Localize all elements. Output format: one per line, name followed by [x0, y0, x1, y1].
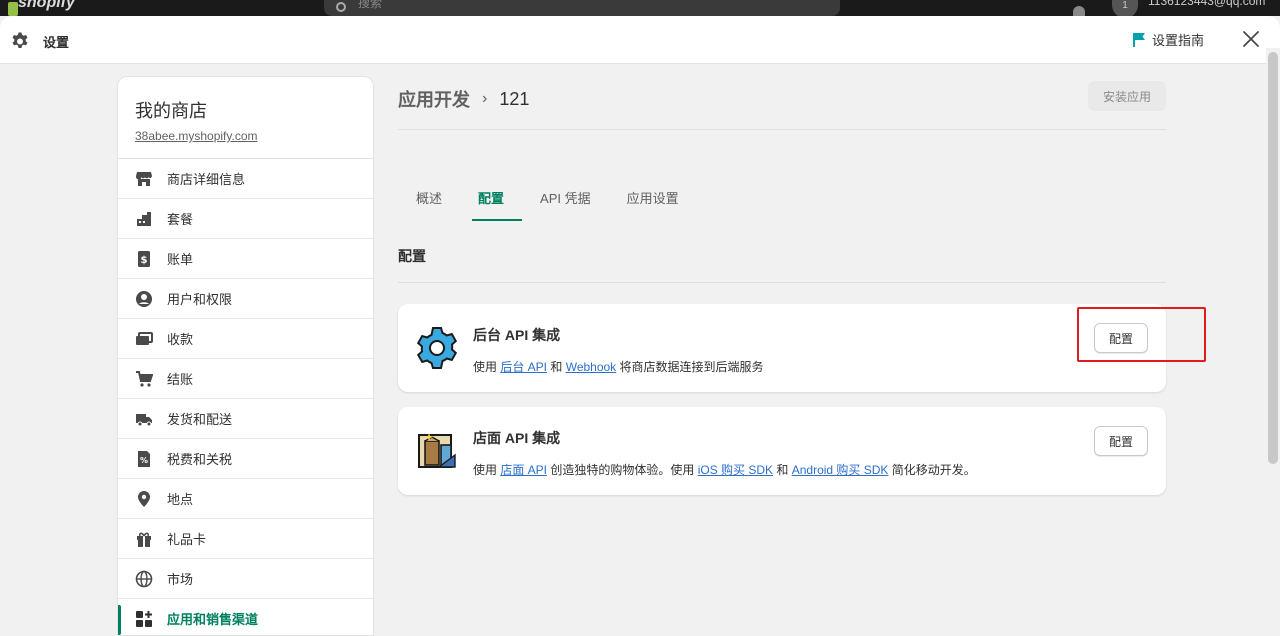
- breadcrumb-parent-link[interactable]: 应用开发: [398, 86, 470, 112]
- sidebar-item-taxes[interactable]: % 税费和关税: [118, 439, 373, 479]
- tab-bar: 概述 配置 API 凭据 应用设置: [398, 174, 697, 221]
- gear-icon: [12, 32, 28, 48]
- location-icon: [135, 490, 153, 508]
- install-app-button[interactable]: 安装应用: [1088, 81, 1166, 111]
- desc-text: 使用: [473, 463, 501, 477]
- sidebar-item-shipping[interactable]: 发货和配送: [118, 399, 373, 439]
- flag-icon: [1133, 32, 1145, 47]
- sidebar-item-label: 税费和关税: [167, 452, 233, 467]
- billing-icon: $: [135, 250, 153, 268]
- tax-icon: %: [135, 450, 153, 468]
- admin-api-link[interactable]: 后台 API: [500, 360, 547, 374]
- close-icon[interactable]: [1240, 28, 1262, 50]
- sidebar-item-label: 市场: [167, 572, 194, 587]
- card-description: 使用 后台 API 和 Webhook 将商店数据连接到后端服务: [473, 358, 764, 375]
- storefront-integration-icon: [418, 433, 456, 468]
- shopify-logo-icon: [8, 2, 18, 16]
- store-info: 我的商店 38abee.myshopify.com: [118, 77, 373, 159]
- desc-text: 简化移动开发。: [888, 463, 976, 477]
- card-title: 后台 API 集成: [473, 327, 561, 343]
- tab-configuration[interactable]: 配置: [460, 174, 523, 221]
- desc-text: 将商店数据连接到后端服务: [616, 360, 764, 374]
- sidebar-item-label: 用户和权限: [167, 292, 233, 307]
- desc-text: 创造独特的购物体验。使用: [547, 463, 698, 477]
- cart-icon: [135, 370, 153, 388]
- sidebar-item-label: 商店详细信息: [167, 172, 246, 187]
- settings-sidebar: 我的商店 38abee.myshopify.com 商店详细信息 套餐 $ 账单…: [117, 76, 374, 636]
- admin-api-integration-card: 后台 API 集成 使用 后台 API 和 Webhook 将商店数据连接到后端…: [398, 304, 1166, 392]
- apps-icon: [135, 610, 153, 628]
- sidebar-item-users[interactable]: 用户和权限: [118, 279, 373, 319]
- sidebar-item-label: 发货和配送: [167, 412, 233, 427]
- tab-app-settings[interactable]: 应用设置: [609, 174, 697, 220]
- card-description: 使用 店面 API 创造独特的购物体验。使用 iOS 购买 SDK 和 Andr…: [473, 461, 976, 478]
- section-title: 配置: [398, 248, 426, 264]
- desc-text: 和: [547, 360, 566, 374]
- globe-icon: [135, 570, 153, 588]
- android-buy-sdk-link[interactable]: Android 购买 SDK: [792, 463, 889, 477]
- modal-header: 设置 设置指南: [0, 16, 1280, 64]
- setup-guide-label: 设置指南: [1152, 33, 1205, 48]
- ios-buy-sdk-link[interactable]: iOS 购买 SDK: [698, 463, 773, 477]
- chevron-right-icon: ›: [482, 90, 488, 107]
- sidebar-item-label: 收款: [167, 332, 194, 347]
- store-icon: [135, 170, 153, 188]
- configure-admin-api-button[interactable]: 配置: [1094, 323, 1148, 353]
- sidebar-item-label: 应用和销售渠道: [167, 612, 259, 627]
- account-email: 1136123443@qq.com: [1148, 0, 1266, 8]
- sidebar-item-payments[interactable]: 收款: [118, 319, 373, 359]
- setup-guide-button[interactable]: 设置指南: [1132, 30, 1204, 49]
- sidebar-item-label: 地点: [167, 492, 194, 507]
- store-url-link[interactable]: 38abee.myshopify.com: [135, 129, 356, 143]
- svg-text:$: $: [141, 255, 148, 266]
- search-icon: [336, 2, 346, 12]
- divider: [398, 129, 1166, 130]
- store-name: 我的商店: [135, 101, 207, 121]
- sidebar-item-label: 礼品卡: [167, 532, 207, 547]
- bell-icon[interactable]: [1073, 6, 1085, 16]
- scrollbar-thumb[interactable]: [1268, 52, 1278, 464]
- card-title: 店面 API 集成: [473, 430, 561, 446]
- sidebar-item-locations[interactable]: 地点: [118, 479, 373, 519]
- divider: [398, 282, 1166, 283]
- sidebar-item-label: 套餐: [167, 212, 194, 227]
- truck-icon: [135, 410, 153, 428]
- desc-text: 和: [773, 463, 792, 477]
- svg-text:%: %: [140, 456, 148, 465]
- page-title: 121: [499, 88, 530, 109]
- avatar[interactable]: 1: [1112, 0, 1138, 16]
- background-search-bar[interactable]: 搜索: [324, 0, 840, 16]
- sidebar-item-apps-channels[interactable]: 应用和销售渠道: [118, 599, 373, 635]
- gear-integration-icon: [416, 327, 458, 369]
- storefront-api-link[interactable]: 店面 API: [500, 463, 547, 477]
- tab-overview[interactable]: 概述: [398, 174, 460, 220]
- sidebar-item-markets[interactable]: 市场: [118, 559, 373, 599]
- sidebar-item-billing[interactable]: $ 账单: [118, 239, 373, 279]
- shopify-logo-text: shopify: [18, 0, 75, 11]
- breadcrumb: 应用开发 › 121: [398, 86, 529, 112]
- modal-title: 设置: [43, 35, 70, 50]
- desc-text: 使用: [473, 360, 501, 374]
- tab-api-credentials[interactable]: API 凭据: [522, 174, 609, 220]
- plan-icon: [135, 210, 153, 228]
- background-top-bar: shopify 搜索 1 1136123443@qq.com: [0, 0, 1280, 16]
- gift-icon: [135, 530, 153, 548]
- payments-icon: [135, 330, 153, 348]
- sidebar-item-gift-cards[interactable]: 礼品卡: [118, 519, 373, 559]
- sidebar-item-label: 账单: [167, 252, 194, 267]
- sidebar-item-store-details[interactable]: 商店详细信息: [118, 159, 373, 199]
- sidebar-item-plan[interactable]: 套餐: [118, 199, 373, 239]
- webhook-link[interactable]: Webhook: [566, 360, 616, 374]
- configure-storefront-api-button[interactable]: 配置: [1094, 426, 1148, 456]
- search-placeholder: 搜索: [358, 0, 383, 10]
- sidebar-item-checkout[interactable]: 结账: [118, 359, 373, 399]
- storefront-api-integration-card: 店面 API 集成 使用 店面 API 创造独特的购物体验。使用 iOS 购买 …: [398, 407, 1166, 495]
- user-icon: [135, 290, 153, 308]
- sidebar-item-label: 结账: [167, 372, 194, 387]
